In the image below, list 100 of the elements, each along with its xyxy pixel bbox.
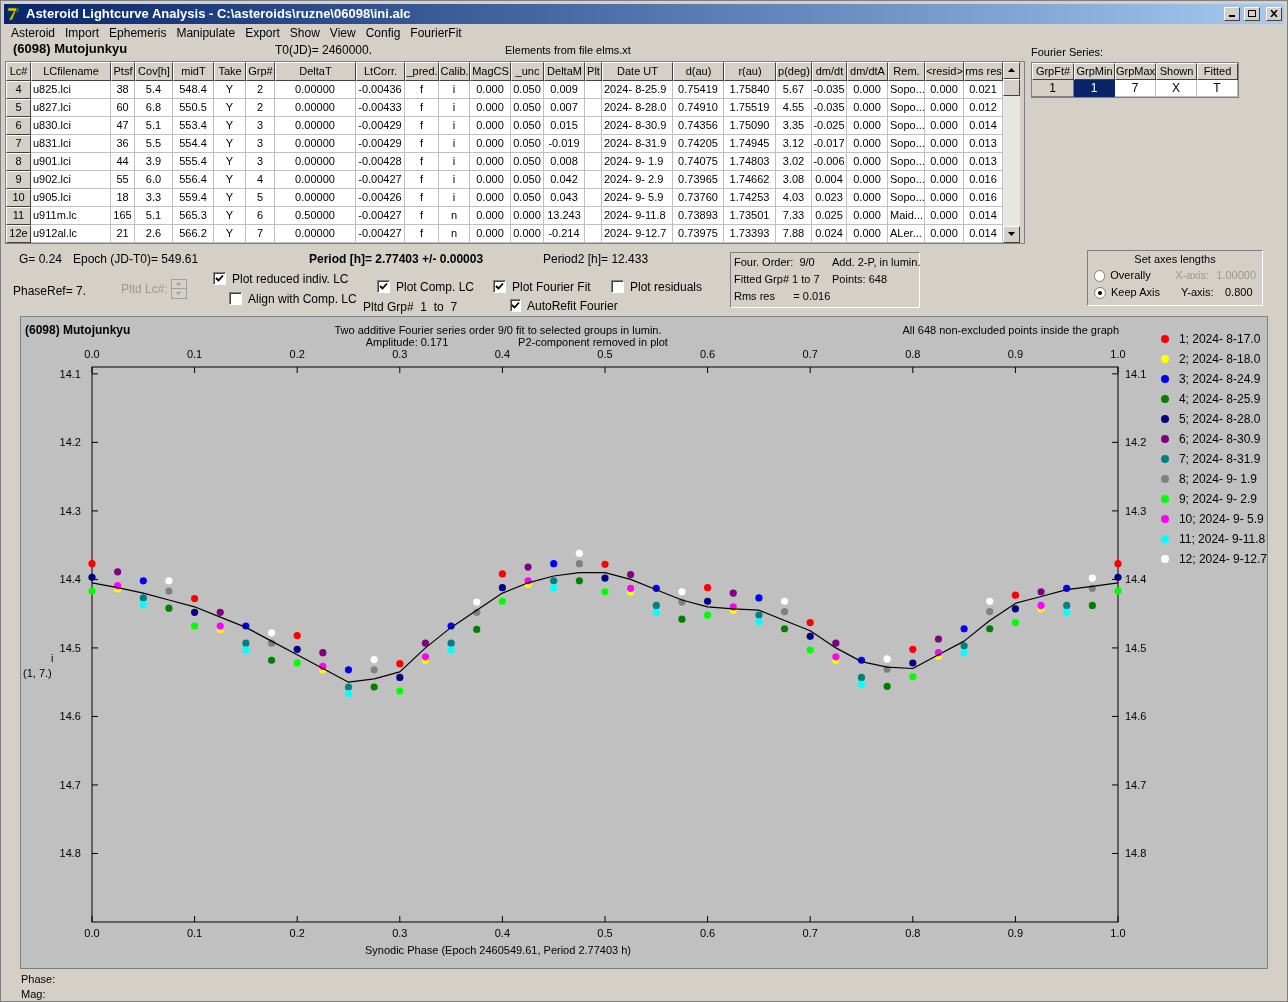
table-cell: n bbox=[439, 224, 470, 243]
table-cell: 0.025 bbox=[812, 206, 847, 225]
table-cell: 0.50000 bbox=[275, 206, 356, 225]
table-cell: 1.75840 bbox=[724, 80, 776, 99]
table-cell: 3.02 bbox=[776, 152, 812, 171]
table-cell: 548.4 bbox=[173, 80, 214, 99]
table-cell: 3.08 bbox=[776, 170, 812, 189]
table-cell: 559.4 bbox=[173, 188, 214, 207]
table-cell: 0.024 bbox=[812, 224, 847, 243]
y-tick-label: 14.2 bbox=[1125, 435, 1147, 448]
legend-label: 11; 2024- 9-11.8 bbox=[1178, 530, 1266, 548]
table-cell: 0.73893 bbox=[673, 206, 724, 225]
x-tick-label: 0.4 bbox=[494, 926, 511, 939]
table-cell: 0.73965 bbox=[673, 170, 724, 189]
table-cell: 0.000 bbox=[925, 80, 964, 99]
fit-info-text: Four. Order: 9/0 bbox=[734, 254, 816, 270]
table-cell: 0.000 bbox=[847, 188, 888, 207]
table-cell: 47 bbox=[111, 116, 135, 135]
table-cell: 4 bbox=[246, 170, 275, 189]
table-cell: 2024- 9- 2.9 bbox=[602, 170, 673, 189]
legend-label: 7; 2024- 8-31.9 bbox=[1178, 450, 1261, 468]
table-cell: -0.017 bbox=[812, 134, 847, 153]
table-cell: 0.050 bbox=[511, 80, 544, 99]
table-cell: 36 bbox=[111, 134, 135, 153]
fit-info-text: Points: 648 bbox=[832, 271, 889, 287]
table-cell: 2024- 8-28.0 bbox=[602, 98, 673, 117]
table-cell: 0.73760 bbox=[673, 188, 724, 207]
asteroid-name: (6098) Mutojunkyu bbox=[12, 40, 129, 58]
table-cell: 21 bbox=[111, 224, 135, 243]
table-cell: 0.043 bbox=[544, 188, 585, 207]
table-cell: Y bbox=[214, 206, 246, 225]
x-tick-label: 0.1 bbox=[186, 926, 203, 939]
legend-label: 6; 2024- 8-30.9 bbox=[1178, 430, 1261, 448]
table-cell: 6.0 bbox=[135, 170, 173, 189]
table-cell: i bbox=[439, 116, 470, 135]
legend-label: 9; 2024- 9- 2.9 bbox=[1178, 490, 1257, 508]
table-cell: 3 bbox=[246, 116, 275, 135]
points-note: All 648 non-excluded points inside the graph bbox=[902, 323, 1119, 336]
table-cell: 3.9 bbox=[135, 152, 173, 171]
table-cell: 0.000 bbox=[470, 170, 511, 189]
table-cell: Y bbox=[214, 224, 246, 243]
table-cell: 1.74662 bbox=[724, 170, 776, 189]
table-cell: i bbox=[439, 170, 470, 189]
table-cell: -0.035 bbox=[812, 98, 847, 117]
table-cell: 0.000 bbox=[470, 206, 511, 225]
table-cell: 0.000 bbox=[847, 98, 888, 117]
table-cell: -0.00429 bbox=[356, 134, 405, 153]
table-cell: 1.73501 bbox=[724, 206, 776, 225]
table-cell: 0.023 bbox=[812, 188, 847, 207]
table-cell: 6 bbox=[246, 206, 275, 225]
table-cell: 2024- 8-30.9 bbox=[602, 116, 673, 135]
table-cell: 0.000 bbox=[847, 134, 888, 153]
y-tick-label: 14.1 bbox=[1125, 367, 1147, 380]
legend-label: 3; 2024- 8-24.9 bbox=[1178, 370, 1261, 388]
epoch-value: Epoch (JD-T0)= 549.61 bbox=[73, 251, 200, 268]
x-tick-label: 0.3 bbox=[392, 926, 408, 939]
table-cell: 1.75519 bbox=[724, 98, 776, 117]
table-cell: 0.000 bbox=[925, 116, 964, 135]
table-cell: 7 bbox=[246, 224, 275, 243]
table-cell: -0.006 bbox=[812, 152, 847, 171]
table-cell: 0.00000 bbox=[275, 170, 356, 189]
table-cell: i bbox=[439, 134, 470, 153]
fit-info-text: Fitted Grp# 1 to 7 bbox=[734, 271, 821, 287]
table-cell: Sopo... bbox=[888, 188, 925, 207]
table-cell: f bbox=[405, 98, 439, 117]
table-cell: i bbox=[439, 98, 470, 117]
table-cell: 0.004 bbox=[812, 170, 847, 189]
table-cell: 5.1 bbox=[135, 116, 173, 135]
table-cell: 0.000 bbox=[847, 224, 888, 243]
checkbox-label: AutoRefit Fourier bbox=[527, 297, 618, 315]
x-tick-label: 0.8 bbox=[905, 347, 921, 360]
table-cell: 0.74075 bbox=[673, 152, 724, 171]
table-cell: 0.015 bbox=[544, 116, 585, 135]
table-cell: 7.88 bbox=[776, 224, 812, 243]
table-cell: u831.lci bbox=[31, 134, 111, 153]
table-cell: 7.33 bbox=[776, 206, 812, 225]
table-cell: 0.000 bbox=[847, 206, 888, 225]
y-tick-label: 14.3 bbox=[59, 504, 81, 517]
legend-label: 12; 2024- 9-12.7 bbox=[1178, 550, 1267, 568]
x-tick-label: 0.5 bbox=[597, 347, 613, 360]
table-cell: 0.000 bbox=[847, 170, 888, 189]
table-cell: f bbox=[405, 80, 439, 99]
amplitude-text: Amplitude: 0.171 bbox=[365, 335, 449, 348]
table-cell: -0.00427 bbox=[356, 206, 405, 225]
elements-text: Elements from file elms.xt bbox=[505, 43, 631, 58]
table-cell: 4.55 bbox=[776, 98, 812, 117]
p2-note: P2-component removed in plot bbox=[518, 335, 668, 348]
table-cell: u911m.lc bbox=[31, 206, 111, 225]
checkbox-label: Plot Fourier Fit bbox=[512, 278, 591, 296]
table-cell: Sopo... bbox=[888, 134, 925, 153]
table-cell: 38 bbox=[111, 80, 135, 99]
table-cell: Y bbox=[214, 80, 246, 99]
table-cell: 0.050 bbox=[511, 152, 544, 171]
table-cell: f bbox=[405, 188, 439, 207]
table-cell: 0.000 bbox=[511, 206, 544, 225]
x-tick-label: 1.0 bbox=[1110, 347, 1126, 360]
table-cell: 18 bbox=[111, 188, 135, 207]
table-cell: u825.lci bbox=[31, 80, 111, 99]
table-cell: 0.000 bbox=[470, 152, 511, 171]
table-cell: T bbox=[1197, 80, 1238, 97]
